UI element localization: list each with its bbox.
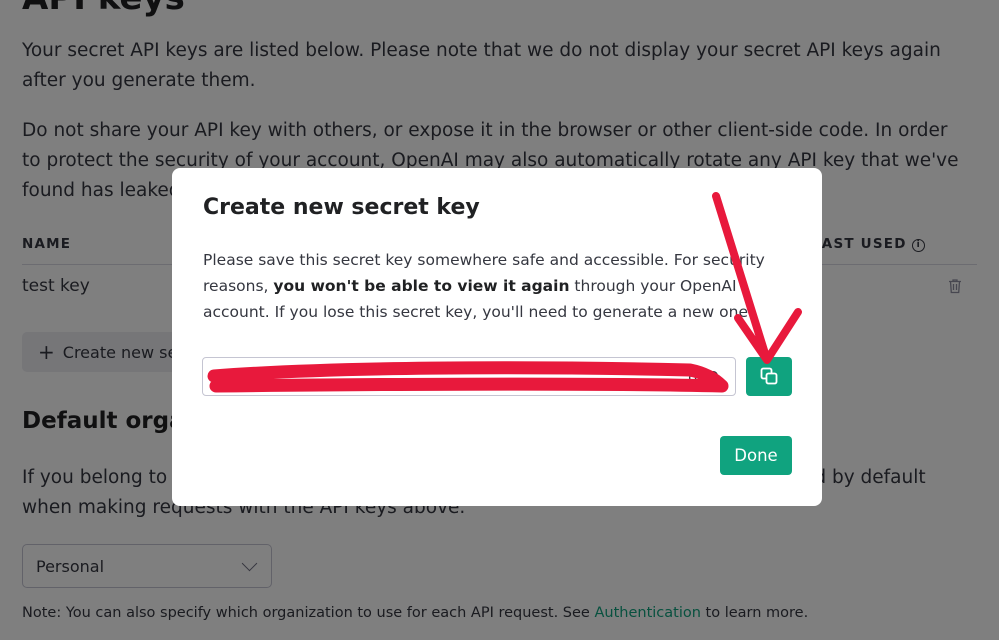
- create-key-modal: Create new secret key Please save this s…: [172, 168, 822, 506]
- secret-key-field[interactable]: [202, 357, 736, 396]
- copy-button[interactable]: [746, 357, 792, 396]
- api-keys-page: API keys Your secret API keys are listed…: [0, 0, 999, 640]
- modal-title: Create new secret key: [203, 195, 480, 220]
- done-button[interactable]: Done: [720, 436, 792, 475]
- modal-description: Please save this secret key somewhere sa…: [203, 251, 765, 321]
- copy-icon: [760, 367, 778, 385]
